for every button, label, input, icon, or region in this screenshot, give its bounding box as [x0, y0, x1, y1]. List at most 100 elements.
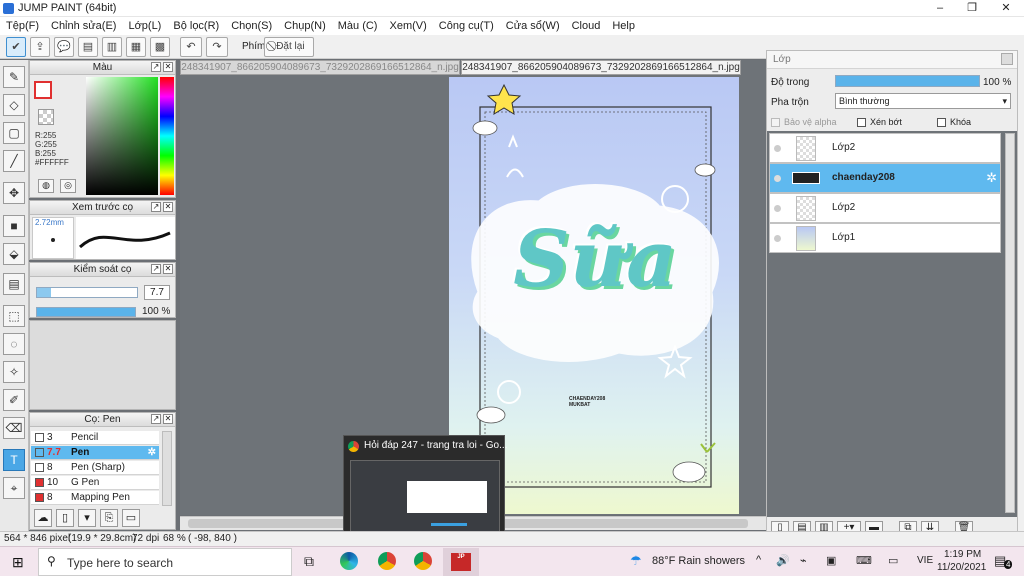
blend-mode-select[interactable]: Bình thường ▾ — [835, 93, 1011, 109]
chevron-up-icon[interactable]: ^ — [756, 554, 761, 566]
check-icon[interactable]: ✔ — [6, 37, 26, 57]
menu-view[interactable]: Xem(V) — [383, 20, 432, 32]
menu-cloud[interactable]: Cloud — [566, 20, 607, 32]
menu-select[interactable]: Chọn(S) — [225, 20, 278, 32]
menu-filter[interactable]: Bộ lọc(R) — [167, 20, 225, 32]
brush-add-menu-icon[interactable]: ▾ — [78, 509, 96, 527]
search-box[interactable]: ⚲ Type here to search — [38, 548, 292, 576]
close-button[interactable]: ✕ — [990, 0, 1022, 17]
hue-slider[interactable] — [160, 77, 174, 195]
magic-wand-icon[interactable]: ✧ — [3, 361, 25, 383]
maximize-button[interactable]: ❐ — [956, 0, 988, 17]
brush-item-selected[interactable]: 7.7 Pen ✲ — [31, 446, 159, 460]
undock-icon[interactable]: ↗ — [151, 414, 161, 424]
keyboard-icon[interactable]: ⌨ — [856, 554, 872, 567]
jumppaint-taskbar-button[interactable]: JP — [443, 548, 479, 576]
gradient-tool-icon[interactable]: ▤ — [3, 273, 25, 295]
undo-icon[interactable]: ↶ — [180, 37, 202, 57]
brush-copy-icon[interactable]: ⎘ — [100, 509, 118, 527]
redo-icon[interactable]: ↷ — [206, 37, 228, 57]
eraser-tool-icon[interactable]: ◇ — [3, 94, 25, 116]
brush-item[interactable]: 8 Mapping Pen — [31, 491, 159, 505]
fill-rect-tool-icon[interactable]: ■ — [3, 215, 25, 237]
brush-cloud-icon[interactable]: ☁ — [34, 509, 52, 527]
speaker-icon[interactable]: 🔊 — [776, 554, 790, 567]
chrome-icon[interactable] — [378, 552, 396, 570]
brush-list-scrollbar[interactable] — [162, 431, 172, 506]
menu-help[interactable]: Help — [606, 20, 641, 32]
text-tool-icon[interactable]: T — [3, 449, 25, 471]
page-icon[interactable]: ▦ — [126, 37, 146, 57]
visibility-icon[interactable] — [774, 235, 781, 242]
panel-close-icon[interactable]: ✕ — [163, 264, 173, 274]
layer-opacity-slider[interactable] — [835, 75, 980, 87]
undock-icon[interactable]: ↗ — [151, 62, 161, 72]
minimize-button[interactable]: – — [924, 0, 956, 17]
color-settings-icon[interactable]: ◎ — [60, 179, 76, 193]
layer-row[interactable]: Lớp2 — [769, 133, 1001, 163]
note-icon[interactable]: ▤ — [78, 37, 98, 57]
panel-close-icon[interactable]: ✕ — [163, 202, 173, 212]
opacity-slider[interactable] — [36, 307, 136, 317]
panel-close-icon[interactable] — [1001, 53, 1013, 65]
gear-icon[interactable]: ✲ — [986, 170, 997, 186]
layer-row[interactable]: Lớp2 — [769, 193, 1001, 223]
visibility-icon[interactable] — [774, 145, 781, 152]
move-tool-icon[interactable]: ✥ — [3, 182, 25, 204]
menu-tools[interactable]: Công cụ(T) — [433, 20, 500, 32]
weather-text[interactable]: 88°F Rain showers — [652, 555, 745, 567]
select-rect-tool-icon[interactable]: ⬚ — [3, 305, 25, 327]
visibility-icon[interactable] — [774, 175, 781, 182]
task-view-icon[interactable]: ⧉ — [304, 553, 314, 570]
lock-checkbox[interactable] — [937, 117, 946, 127]
menu-layer[interactable]: Lớp(L) — [122, 20, 167, 32]
language-indicator[interactable]: VIE — [917, 555, 933, 566]
primary-color-swatch[interactable] — [34, 81, 52, 99]
chrome-profile-icon[interactable] — [414, 552, 432, 570]
brush-tool-icon[interactable]: ✎ — [3, 66, 25, 88]
undock-icon[interactable]: ↗ — [151, 202, 161, 212]
grid-icon[interactable]: ▩ — [150, 37, 170, 57]
display-icon[interactable]: ▭ — [888, 554, 898, 567]
size-value-field[interactable]: 7.7 — [144, 285, 170, 300]
edge-icon[interactable] — [340, 552, 358, 570]
menu-file[interactable]: Tệp(F) — [0, 20, 45, 32]
select-pen-icon[interactable]: ✐ — [3, 389, 25, 411]
brush-folder-icon[interactable]: ▭ — [122, 509, 140, 527]
clip-checkbox[interactable] — [857, 117, 866, 127]
clock-date[interactable]: 11/20/2021 — [937, 562, 986, 573]
reset-button[interactable]: ⃠ Đặt lại — [264, 37, 314, 57]
select-eraser-icon[interactable]: ⌫ — [3, 417, 25, 439]
eyedropper-icon[interactable]: ⌖ — [3, 477, 25, 499]
document-tab[interactable]: 248341907_866205904089673_73292028691665… — [180, 60, 460, 75]
comment-icon[interactable]: 💬 — [54, 37, 74, 57]
menu-window[interactable]: Cửa sổ(W) — [500, 20, 566, 32]
document-icon[interactable]: ▥ — [102, 37, 122, 57]
menu-color[interactable]: Màu (C) — [332, 20, 384, 32]
menu-capture[interactable]: Chụp(N) — [278, 20, 332, 32]
brush-item[interactable]: 3 Pencil — [31, 431, 159, 445]
brush-item[interactable]: 10 G Pen — [31, 476, 159, 490]
layer-row[interactable]: Lớp1 — [769, 223, 1001, 253]
network-icon[interactable]: ⌁ — [800, 554, 807, 567]
clock-time[interactable]: 1:19 PM — [944, 549, 981, 560]
taskbar-preview-popup[interactable]: Hỏi đáp 247 - trang tra loi - Go... — [343, 435, 507, 545]
bucket-tool-icon[interactable]: ⬙ — [3, 243, 25, 265]
palette-icon[interactable]: ◍ — [38, 179, 54, 193]
line-tool-icon[interactable]: ╱ — [3, 150, 25, 172]
export-icon[interactable]: ⇪ — [30, 37, 50, 57]
transparent-swatch[interactable] — [38, 109, 54, 125]
saturation-value-picker[interactable] — [86, 77, 158, 195]
layer-list-scrollbar[interactable] — [1005, 133, 1015, 513]
undock-icon[interactable]: ↗ — [151, 264, 161, 274]
panel-close-icon[interactable]: ✕ — [163, 62, 173, 72]
windows-start-icon[interactable]: ⊞ — [12, 554, 24, 571]
lasso-tool-icon[interactable]: ◌ — [3, 333, 25, 355]
layer-row-selected[interactable]: chaenday208 ✲ — [769, 163, 1001, 193]
size-slider[interactable] — [36, 287, 138, 298]
rect-tool-icon[interactable]: ▢ — [3, 122, 25, 144]
panel-close-icon[interactable]: ✕ — [163, 414, 173, 424]
new-brush-icon[interactable]: ▯ — [56, 509, 74, 527]
menu-edit[interactable]: Chỉnh sửa(E) — [45, 20, 122, 32]
protect-alpha-checkbox[interactable] — [771, 117, 780, 127]
